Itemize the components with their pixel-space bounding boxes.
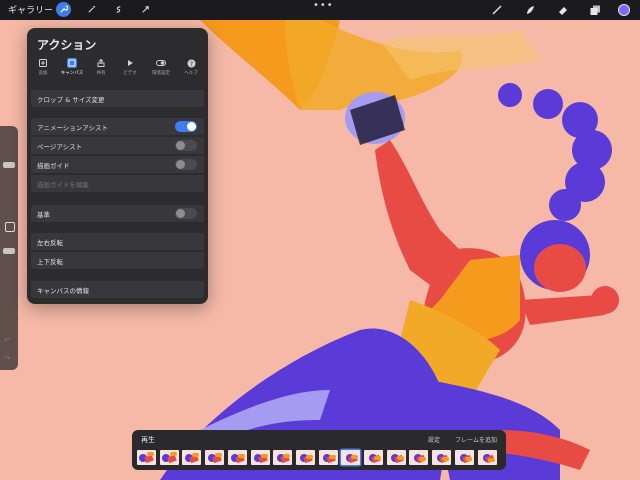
video-icon <box>125 58 135 68</box>
menu-dots-icon[interactable]: ••• <box>313 0 334 11</box>
transform-icon[interactable] <box>138 2 153 17</box>
animation-timeline: 再生 設定 フレームを追加 <box>132 430 506 470</box>
flip-vertical-item[interactable]: 上下反転 <box>31 252 204 269</box>
timeline-frame[interactable] <box>159 450 179 465</box>
crop-resize-item[interactable]: クロップ & サイズ変更 <box>31 90 204 107</box>
timeline-frame[interactable] <box>477 450 497 465</box>
drawing-guide-toggle[interactable] <box>175 159 197 170</box>
panel-title: アクション <box>37 38 97 52</box>
timeline-frame[interactable] <box>182 450 202 465</box>
modify-button[interactable] <box>5 222 15 232</box>
timeline-frame[interactable] <box>386 450 406 465</box>
canvas-info-item[interactable]: キャンバスの情報 <box>31 281 204 298</box>
drawing-guide-item[interactable]: 描画ガイド <box>31 156 204 173</box>
tab-add[interactable]: 追加 <box>31 58 55 80</box>
add-icon <box>38 58 48 68</box>
magic-wand-icon[interactable] <box>84 2 99 17</box>
timeline-frame[interactable] <box>341 450 361 465</box>
brush-icon[interactable] <box>490 3 504 17</box>
animation-assist-toggle[interactable] <box>175 121 197 132</box>
selection-icon[interactable] <box>111 2 126 17</box>
animation-assist-item[interactable]: アニメーションアシスト <box>31 118 204 135</box>
timeline-frame[interactable] <box>205 450 225 465</box>
actions-tabs: 追加 キャンバス 共有 ビデオ 環境設定 ? ヘルプ <box>31 58 204 80</box>
timeline-frame[interactable] <box>454 450 474 465</box>
reference-item[interactable]: 基準 <box>31 205 204 222</box>
canvas-icon <box>67 58 77 68</box>
tab-preferences[interactable]: 環境設定 <box>149 58 173 80</box>
timeline-frame[interactable] <box>409 450 429 465</box>
share-icon <box>96 58 106 68</box>
toggle-icon <box>156 58 166 68</box>
add-frame-button[interactable]: フレームを追加 <box>455 435 497 444</box>
timeline-frame[interactable] <box>137 450 156 465</box>
page-assist-item[interactable]: ページアシスト <box>31 137 204 154</box>
top-toolbar: ギャラリー ••• <box>0 0 640 20</box>
play-button[interactable]: 再生 <box>141 435 155 445</box>
tab-video[interactable]: ビデオ <box>118 58 142 80</box>
eraser-icon[interactable] <box>556 3 570 17</box>
tab-share[interactable]: 共有 <box>89 58 113 80</box>
actions-panel: アクション 追加 キャンバス 共有 ビデオ 環境設定 ? ヘルプ クロップ & … <box>27 28 208 304</box>
timeline-frame[interactable] <box>318 450 338 465</box>
svg-text:?: ? <box>189 60 192 67</box>
flip-horizontal-item[interactable]: 左右反転 <box>31 233 204 250</box>
timeline-frame[interactable] <box>295 450 315 465</box>
tab-help[interactable]: ? ヘルプ <box>179 58 203 80</box>
help-icon: ? <box>186 58 196 68</box>
gallery-button[interactable]: ギャラリー <box>8 3 53 16</box>
timeline-frame[interactable] <box>364 450 383 465</box>
frame-strip <box>136 450 502 466</box>
timeline-frame[interactable] <box>273 450 293 465</box>
layers-icon[interactable] <box>588 3 602 17</box>
color-picker-icon[interactable] <box>618 4 630 16</box>
tab-canvas[interactable]: キャンバス <box>60 58 84 80</box>
timeline-settings-button[interactable]: 設定 <box>428 435 440 444</box>
smudge-icon[interactable] <box>523 3 537 17</box>
brush-size-slider[interactable] <box>3 162 15 168</box>
timeline-frame[interactable] <box>250 450 270 465</box>
undo-icon[interactable]: ↶ <box>4 336 11 345</box>
opacity-slider[interactable] <box>3 248 15 254</box>
wrench-icon[interactable] <box>56 2 71 17</box>
timeline-frame[interactable] <box>432 450 452 465</box>
redo-icon[interactable]: ↷ <box>4 354 11 363</box>
timeline-frame[interactable] <box>227 450 247 465</box>
left-sidebar: ↶ ↷ <box>0 126 18 370</box>
page-assist-toggle[interactable] <box>175 140 197 151</box>
edit-drawing-guide-item: 描画ガイドを編集 <box>31 175 204 192</box>
reference-toggle[interactable] <box>175 208 197 219</box>
